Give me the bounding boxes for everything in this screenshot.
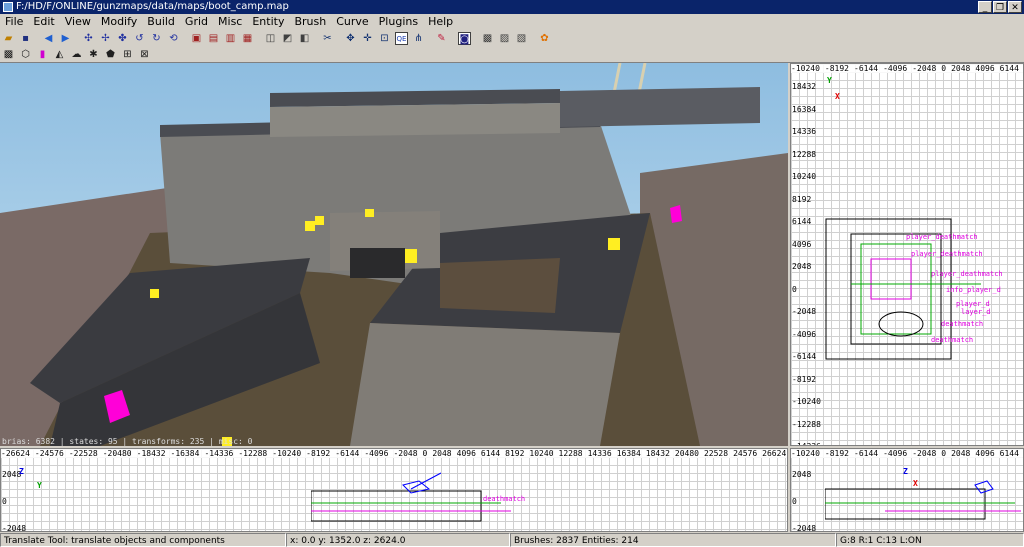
menu-help[interactable]: Help [423,14,458,30]
status-counts: Brushes: 2837 Entities: 214 [510,533,836,547]
menu-entity[interactable]: Entity [247,14,289,30]
clip-icon[interactable]: ✂ [321,32,334,45]
svg-text:player_deathmatch: player_deathmatch [931,270,1003,278]
status-bar: Translate Tool: translate objects and co… [0,533,1024,547]
qe-button[interactable]: QE [395,31,408,45]
svg-text:info_player_d: info_player_d [946,286,1001,294]
menu-build[interactable]: Build [142,14,180,30]
save-icon[interactable]: ▪ [19,32,32,45]
status-coords: x: 0.0 y: 1352.0 z: 2624.0 [286,533,510,547]
view-yz-icon[interactable]: ▧ [515,32,528,45]
status-grid: G:8 R:1 C:13 L:ON [836,533,1024,547]
app-icon [3,2,13,12]
camera-icon[interactable]: ◙ [458,31,471,45]
yz-ticks-x: -10240-8192-6144-4096-204802048409661448… [791,449,1023,458]
misc-b-icon[interactable]: ⬟ [104,48,117,61]
window-title: F:/HD/F/ONLINE/gunzmaps/data/maps/boot_c… [16,1,289,12]
menu-grid[interactable]: Grid [180,14,213,30]
camera-view[interactable]: brias: 6382 | states: 95 | transforms: 2… [0,63,788,446]
title-bar: F:/HD/F/ONLINE/gunzmaps/data/maps/boot_c… [0,0,1024,14]
xy-map-outline: player_deathmatch player_deathmatch play… [825,218,1003,360]
view-xz-icon[interactable]: ▨ [498,32,511,45]
open-icon[interactable]: ▰ [2,32,15,45]
minimize-button[interactable]: _ [978,1,992,13]
close-button[interactable]: ✕ [1008,1,1022,13]
window-controls: _ ❐ ✕ [978,1,1022,13]
menu-plugins[interactable]: Plugins [374,14,423,30]
misc-a-icon[interactable]: ✱ [87,48,100,61]
texture-lock-icon[interactable]: ⋔ [412,32,425,45]
menu-file[interactable]: File [0,14,28,30]
circle-icon[interactable]: ⬡ [19,48,32,61]
svg-text:player_deathmatch: player_deathmatch [906,233,978,241]
secondary-toolbar: ▩ ⬡ ▮ ◭ ☁ ✱ ⬟ ⊞ ⊠ [0,46,1024,63]
xz-axis-b-label: Y [37,481,42,490]
menu-view[interactable]: View [60,14,96,30]
main-toolbar: ▰ ▪ ◀ ▶ ✣ ✢ ✤ ↺ ↻ ⟲ ▣ ▤ ▥ ▦ ◫ ◩ ◧ ✂ ✥ ✛ … [0,30,1024,46]
drag-vertex-icon[interactable]: ✛ [361,32,374,45]
menu-curve[interactable]: Curve [331,14,373,30]
curve-icon[interactable]: ☁ [70,48,83,61]
xz-ticks-x: -26624 -24576 -22528 -20480 -18432 -16384 -143… [1,449,787,458]
view-xy-icon[interactable]: ▩ [481,32,494,45]
brush-mode-icon[interactable]: ✎ [435,32,448,45]
xy-grid-view[interactable]: -10240-8192-6144-4096-204802048409661448… [790,63,1024,446]
svg-text:layer_d: layer_d [961,308,991,316]
flip-x-icon[interactable]: ✣ [82,32,95,45]
menu-edit[interactable]: Edit [28,14,59,30]
svg-text:player_deathmatch: player_deathmatch [911,250,983,258]
menu-brush[interactable]: Brush [289,14,331,30]
csg-merge-icon[interactable]: ◩ [281,32,294,45]
drag-edge-icon[interactable]: ✥ [344,32,357,45]
svg-text:deathmatch: deathmatch [931,336,973,344]
select-touching-icon[interactable]: ▤ [207,32,220,45]
plugin-icon[interactable]: ✿ [538,32,551,45]
scale-icon[interactable]: ⊡ [378,32,391,45]
csg-hollow-icon[interactable]: ◧ [298,32,311,45]
svg-text:deathmatch: deathmatch [941,320,983,328]
xz-grid-view[interactable]: -26624 -24576 -22528 -20480 -18432 -16384 -143… [0,448,788,532]
camera-stats: brias: 6382 | states: 95 | transforms: 2… [2,437,253,446]
select-complete-icon[interactable]: ▣ [190,32,203,45]
menu-misc[interactable]: Misc [213,14,247,30]
select-partial-icon[interactable]: ▥ [224,32,237,45]
select-inside-icon[interactable]: ▦ [241,32,254,45]
xy-ticks-x: -10240-8192-6144-4096-204802048409661448… [791,64,1023,73]
svg-text:player_d: player_d [956,300,990,308]
undo-icon[interactable]: ◀ [42,32,55,45]
redo-icon[interactable]: ▶ [59,32,72,45]
yz-grid-view[interactable]: -10240-8192-6144-4096-204802048409661448… [790,448,1024,532]
svg-text:deathmatch: deathmatch [483,495,525,503]
entity-shape-icon[interactable]: ▮ [36,48,49,61]
brush-cap-icon[interactable]: ◭ [53,48,66,61]
flip-z-icon[interactable]: ✤ [116,32,129,45]
yz-ticks-y: 2048 0 -2048 [792,470,817,532]
yz-map-outline [825,480,1021,520]
camera-render [0,63,788,446]
flip-y-icon[interactable]: ✢ [99,32,112,45]
misc-d-icon[interactable]: ⊠ [138,48,151,61]
patch-mode-icon[interactable]: ▩ [2,48,15,61]
xy-axis-a-label: Y [827,76,832,85]
misc-c-icon[interactable]: ⊞ [121,48,134,61]
menu-bar: File Edit View Modify Build Grid Misc En… [0,14,1024,30]
status-tool: Translate Tool: translate objects and co… [0,533,286,547]
maximize-button[interactable]: ❐ [993,1,1007,13]
csg-subtract-icon[interactable]: ◫ [264,32,277,45]
xy-ticks-y: 18432 16384 14336 12288 10240 8192 6144 4096 204… [792,82,821,445]
rotate-z-icon[interactable]: ⟲ [167,32,180,45]
rotate-x-icon[interactable]: ↺ [133,32,146,45]
rotate-y-icon[interactable]: ↻ [150,32,163,45]
xz-axis-a-label: Z [19,467,24,476]
xy-axis-b-label: X [835,92,840,101]
menu-modify[interactable]: Modify [96,14,142,30]
xz-map-outline: deathmatch [311,472,525,522]
